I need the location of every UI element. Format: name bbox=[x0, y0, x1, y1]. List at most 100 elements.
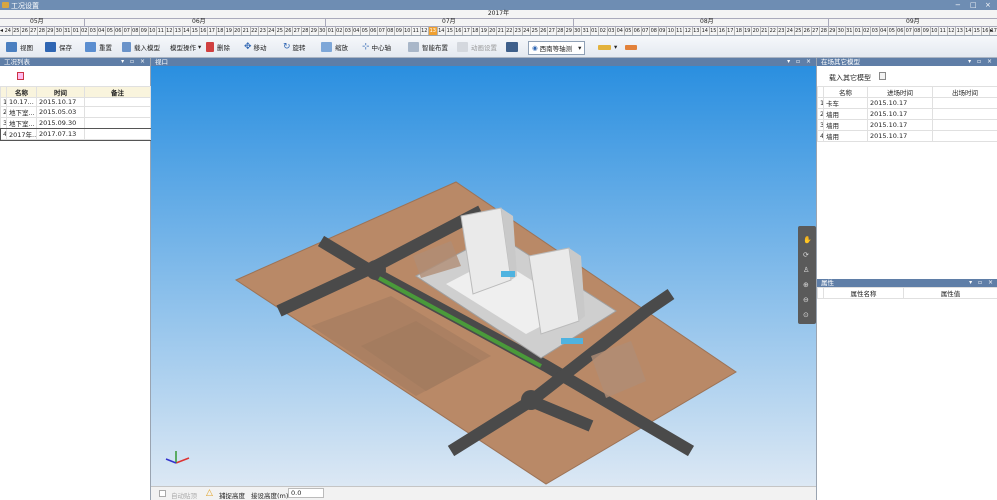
timeline-day[interactable]: 01 bbox=[854, 27, 863, 35]
column-header[interactable]: 名称 bbox=[823, 86, 868, 98]
timeline-month[interactable]: 07月 bbox=[442, 18, 456, 26]
timeline-day[interactable]: 29 bbox=[565, 27, 574, 35]
timeline-day[interactable]: 23 bbox=[778, 27, 786, 35]
timeline-day[interactable]: 07 bbox=[378, 27, 387, 35]
rotate-button[interactable]: ↻ 旋转 bbox=[283, 40, 306, 54]
timeline-month[interactable]: 08月 bbox=[700, 18, 714, 26]
timeline-day[interactable]: 09 bbox=[395, 27, 404, 35]
timeline-day[interactable]: 04 bbox=[880, 27, 888, 35]
timeline-day[interactable]: 13 bbox=[693, 27, 701, 35]
timeline-day[interactable]: 24 bbox=[268, 27, 276, 35]
pane-controls-icon[interactable]: ▾ ▫ × bbox=[969, 279, 995, 287]
timeline-day[interactable]: 17 bbox=[463, 27, 472, 35]
column-header[interactable]: 属性名称 bbox=[823, 287, 904, 299]
timeline-day[interactable]: 19 bbox=[225, 27, 234, 35]
animation-settings-button[interactable]: 动画设置 bbox=[457, 40, 497, 54]
reset-button[interactable]: 重置 bbox=[85, 40, 112, 54]
zoom-in-icon[interactable]: ⊕ bbox=[803, 281, 809, 289]
move-button[interactable]: ✥ 移动 bbox=[244, 40, 267, 54]
timeline-month[interactable]: 05月 bbox=[30, 18, 44, 26]
column-header[interactable]: 时间 bbox=[36, 86, 85, 98]
timeline-day[interactable]: 18 bbox=[472, 27, 480, 35]
timeline-day[interactable]: 29 bbox=[829, 27, 837, 35]
timeline-month[interactable]: 06月 bbox=[192, 18, 206, 26]
view-button[interactable]: 视图 bbox=[6, 40, 33, 54]
timeline-day[interactable]: 22 bbox=[506, 27, 514, 35]
view-select[interactable]: ◉ 西南等轴测 ▾ bbox=[528, 41, 586, 55]
timeline-day[interactable]: 04 bbox=[98, 27, 106, 35]
timeline-day[interactable]: 11 bbox=[939, 27, 948, 35]
timeline-day[interactable]: 05 bbox=[888, 27, 897, 35]
timeline-day[interactable]: 26 bbox=[285, 27, 293, 35]
delete-icon[interactable] bbox=[17, 72, 24, 80]
column-header[interactable]: 进场时间 bbox=[867, 86, 933, 98]
timeline-day[interactable]: 21 bbox=[242, 27, 251, 35]
timeline-day[interactable]: 28 bbox=[557, 27, 565, 35]
timeline-day[interactable]: 05 bbox=[625, 27, 633, 35]
timeline-day[interactable]: 24 bbox=[523, 27, 531, 35]
table-row-selected[interactable]: 4 2017年... 2017.07.13 bbox=[0, 127, 152, 141]
zoom-out-icon[interactable]: ⊖ bbox=[803, 296, 809, 304]
timeline-day[interactable]: 13 bbox=[956, 27, 965, 35]
timeline-day[interactable]: 19 bbox=[744, 27, 752, 35]
timeline-day[interactable]: 30 bbox=[837, 27, 846, 35]
timeline-day[interactable]: 30 bbox=[319, 27, 327, 35]
timeline-day[interactable]: 25 bbox=[795, 27, 803, 35]
table-row[interactable]: 3 地下室... 2015.09.30 bbox=[0, 117, 151, 129]
timeline-day[interactable]: 14 bbox=[701, 27, 710, 35]
timeline-day[interactable]: 12 bbox=[948, 27, 956, 35]
timeline-day[interactable]: 15 bbox=[191, 27, 200, 35]
column-header[interactable]: 出场时间 bbox=[932, 86, 997, 98]
auto-top-checkbox[interactable] bbox=[159, 490, 166, 497]
timeline-day[interactable]: 18 bbox=[217, 27, 225, 35]
timeline-day[interactable]: 16 bbox=[455, 27, 463, 35]
ruler-button[interactable]: ▾ bbox=[598, 40, 617, 54]
timeline-day[interactable]: 30 bbox=[574, 27, 582, 35]
timeline-day[interactable]: 12 bbox=[166, 27, 174, 35]
timeline-day[interactable]: 18 bbox=[735, 27, 744, 35]
delete-icon[interactable] bbox=[879, 72, 886, 80]
timeline-day[interactable]: 10 bbox=[667, 27, 676, 35]
pane-controls-icon[interactable]: ▾ ▫ × bbox=[121, 58, 147, 66]
scene-canvas[interactable] bbox=[151, 66, 816, 486]
timeline-day[interactable]: 14 bbox=[438, 27, 446, 35]
import-other-model-button[interactable]: 载入其它模型 bbox=[829, 73, 871, 83]
timeline-day[interactable]: 05 bbox=[361, 27, 370, 35]
timeline-day[interactable]: 12 bbox=[421, 27, 429, 35]
timeline-day[interactable]: 29 bbox=[310, 27, 319, 35]
pane-controls-icon[interactable]: ▾ ▫ × bbox=[968, 58, 994, 66]
timeline-day[interactable]: 21 bbox=[497, 27, 506, 35]
smart-layout-button[interactable]: 智能布置 bbox=[408, 40, 448, 54]
timeline-day[interactable]: 02 bbox=[599, 27, 608, 35]
timeline-day[interactable]: 06 bbox=[115, 27, 123, 35]
timeline-day[interactable]: 17 bbox=[208, 27, 217, 35]
timeline-day[interactable]: 28 bbox=[302, 27, 310, 35]
column-header[interactable]: 备注 bbox=[84, 86, 151, 98]
timeline[interactable]: 2017年 05月 06月 07月 08月 09月 24 25 26 27 28 29 30… bbox=[0, 10, 997, 36]
timeline-day[interactable]: 04 bbox=[353, 27, 361, 35]
timeline-day[interactable]: 06 bbox=[370, 27, 378, 35]
timeline-day[interactable]: 31 bbox=[582, 27, 591, 35]
timeline-day[interactable]: 09 bbox=[140, 27, 149, 35]
timeline-day[interactable]: 17 bbox=[727, 27, 735, 35]
height-input[interactable]: 0.0 bbox=[288, 488, 324, 498]
timeline-day[interactable]: 01 bbox=[72, 27, 81, 35]
timeline-day[interactable]: 15 bbox=[710, 27, 718, 35]
timeline-day[interactable]: 26 bbox=[540, 27, 548, 35]
timeline-day[interactable]: 25 bbox=[531, 27, 540, 35]
timeline-day[interactable]: 20 bbox=[489, 27, 497, 35]
viewport-3d[interactable]: 视口 ▾ ▫ × bbox=[151, 58, 816, 486]
timeline-day[interactable]: 16 bbox=[982, 27, 990, 35]
timeline-day[interactable]: 03 bbox=[344, 27, 353, 35]
timeline-day[interactable]: 31 bbox=[64, 27, 72, 35]
timeline-day[interactable]: 16 bbox=[200, 27, 208, 35]
timeline-day[interactable]: 02 bbox=[863, 27, 871, 35]
measure-button[interactable] bbox=[625, 40, 640, 54]
capture-height-label[interactable]: 捕捉高度 bbox=[219, 490, 245, 500]
column-header[interactable]: 名称 bbox=[6, 86, 37, 98]
timeline-day[interactable]: 14 bbox=[183, 27, 191, 35]
pane-controls-icon[interactable]: ▾ ▫ × bbox=[787, 58, 813, 66]
timeline-day[interactable]: 24 bbox=[786, 27, 795, 35]
timeline-day[interactable]: 21 bbox=[761, 27, 769, 35]
timeline-day[interactable]: 15 bbox=[973, 27, 982, 35]
